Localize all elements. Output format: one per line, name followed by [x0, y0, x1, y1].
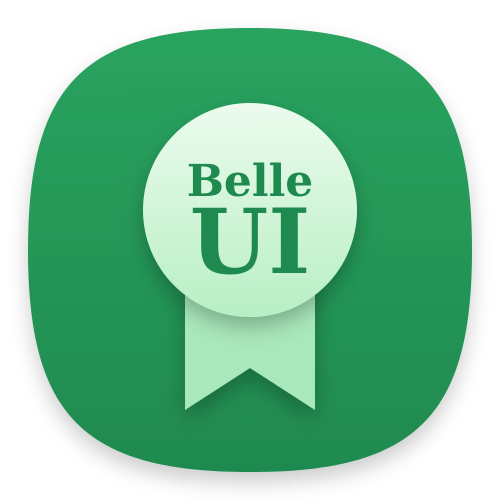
badge-word-bottom: UI [190, 189, 311, 295]
app-icon-stage: Belle UI [0, 0, 500, 500]
belle-ui-badge-icon: Belle UI [28, 28, 472, 472]
